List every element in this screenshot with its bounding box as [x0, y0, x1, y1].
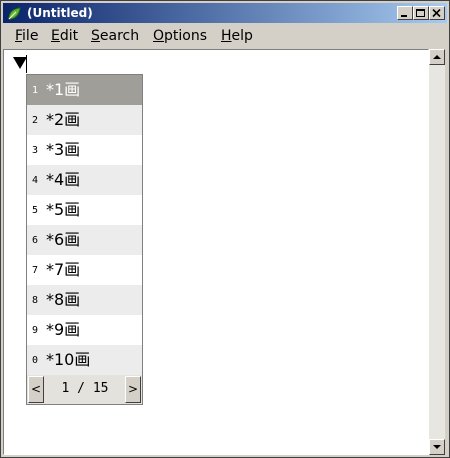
page-indicator: 1 / 15 [61, 381, 109, 396]
scroll-down-icon [433, 445, 441, 449]
candidate-text: *9画 [46, 320, 81, 339]
menu-help-label: elp [231, 28, 253, 44]
candidate-text: *2画 [46, 110, 81, 129]
menu-options-mnemonic: O [153, 28, 165, 44]
candidate-number: 5 [32, 205, 39, 216]
menu-help-mnemonic: H [221, 28, 232, 44]
prev-page-button[interactable]: < [28, 376, 44, 403]
candidate-item[interactable]: 9 *9画 [27, 315, 142, 345]
menu-file-label: ile [22, 28, 39, 44]
text-cursor [26, 55, 27, 73]
candidate-text: *3画 [46, 140, 81, 159]
menu-edit-mnemonic: E [51, 28, 60, 44]
menu-file[interactable]: File [15, 27, 38, 45]
candidate-item[interactable]: 3 *3画 [27, 135, 142, 165]
menu-help[interactable]: Help [221, 27, 253, 45]
menu-options[interactable]: Options [153, 27, 207, 45]
next-page-button[interactable]: > [125, 376, 141, 403]
menu-file-mnemonic: F [15, 28, 23, 44]
candidate-text: *1画 [46, 80, 81, 99]
candidate-item[interactable]: 0 *10画 [27, 345, 142, 375]
candidate-item[interactable]: 1 *1画 [27, 75, 142, 105]
candidate-number: 7 [32, 265, 39, 276]
menu-search[interactable]: Search [91, 27, 139, 45]
candidate-item[interactable]: 2 *2画 [27, 105, 142, 135]
minimize-button[interactable] [397, 6, 413, 20]
app-window: (Untitled) File Edit Search Options Help… [0, 0, 450, 458]
vertical-scrollbar[interactable] [429, 49, 445, 455]
menu-edit-label: dit [59, 28, 79, 44]
candidate-text: *8画 [46, 290, 81, 309]
ime-candidate-window: 1 *1画 2 *2画 3 *3画 4 *4画 5 *5画 6 *6画 7 *7画 8 *8画 9 *9画 0 *10… [26, 74, 143, 405]
candidate-text: *10画 [46, 350, 91, 369]
candidate-number: 3 [32, 145, 39, 156]
close-button[interactable] [429, 6, 445, 20]
maximize-icon [416, 9, 425, 17]
preedit-marker-icon [13, 57, 27, 69]
candidate-text: *7画 [46, 260, 81, 279]
candidate-number: 1 [32, 85, 39, 96]
candidate-pager: < 1 / 15 > [27, 375, 142, 404]
candidate-number: 8 [32, 295, 39, 306]
candidate-number: 2 [32, 115, 39, 126]
candidate-number: 4 [32, 175, 39, 186]
candidate-item[interactable]: 4 *4画 [27, 165, 142, 195]
scroll-up-button[interactable] [429, 49, 445, 65]
menu-search-label: earch [99, 28, 140, 44]
candidate-text: *5画 [46, 200, 81, 219]
candidate-item[interactable]: 6 *6画 [27, 225, 142, 255]
leaf-app-icon [7, 6, 21, 20]
title-bar[interactable]: (Untitled) [3, 3, 447, 23]
candidate-number: 9 [32, 325, 39, 336]
minimize-icon [401, 15, 407, 17]
menu-options-label: ptions [164, 28, 208, 44]
candidate-number: 0 [32, 355, 39, 366]
candidate-number: 6 [32, 235, 39, 246]
close-icon [432, 9, 441, 18]
scroll-down-button[interactable] [429, 439, 445, 455]
window-title: (Untitled) [27, 6, 93, 20]
menu-edit[interactable]: Edit [51, 27, 78, 45]
menu-bar: File Edit Search Options Help [3, 25, 447, 47]
candidate-text: *4画 [46, 170, 81, 189]
candidate-item[interactable]: 7 *7画 [27, 255, 142, 285]
maximize-button[interactable] [413, 6, 429, 20]
candidate-item[interactable]: 5 *5画 [27, 195, 142, 225]
scroll-up-icon [433, 55, 441, 59]
candidate-text: *6画 [46, 230, 81, 249]
candidate-item[interactable]: 8 *8画 [27, 285, 142, 315]
menu-search-mnemonic: S [91, 28, 100, 44]
